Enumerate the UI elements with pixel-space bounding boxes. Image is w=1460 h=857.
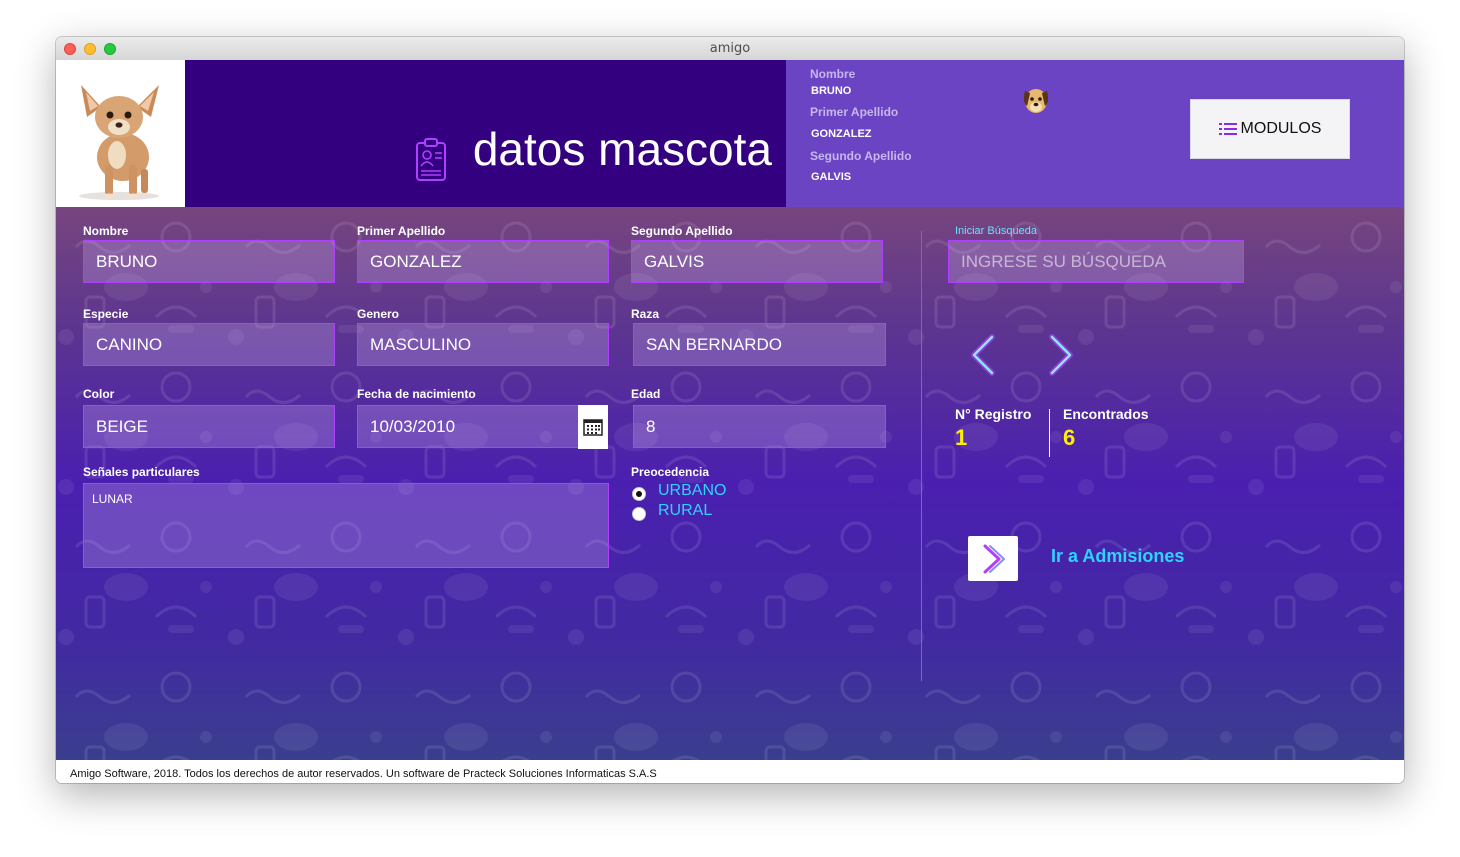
senales-label: Señales particulares: [83, 465, 200, 479]
info-primer-apellido-label: Primer Apellido: [810, 105, 899, 119]
raza-label: Raza: [631, 307, 660, 321]
app-window: amigo datos mascota Nombre BRUNO Primer …: [56, 37, 1404, 783]
double-chevron-right-icon: [983, 544, 1005, 573]
segundo-apellido-field[interactable]: GALVIS: [631, 240, 883, 283]
previous-record-button[interactable]: [968, 333, 998, 377]
dog-face-icon: [1023, 89, 1049, 113]
title-panel: datos mascota: [185, 60, 786, 207]
edad-label: Edad: [631, 387, 661, 401]
edad-field[interactable]: 8: [633, 405, 886, 448]
segundo-apellido-label: Segundo Apellido: [631, 224, 733, 238]
puppy-image: [61, 65, 180, 202]
calendar-icon: [583, 419, 603, 436]
modulos-label: MODULOS: [1240, 120, 1322, 137]
search-label: Iniciar Búsqueda: [955, 225, 1037, 237]
genero-field[interactable]: MASCULINO: [357, 323, 609, 366]
senales-textarea[interactable]: LUNAR: [83, 483, 609, 568]
info-segundo-apellido-value: GALVIS: [811, 171, 852, 183]
procedencia-rural-label[interactable]: RURAL: [658, 502, 712, 520]
pet-photo: [56, 60, 185, 207]
page-title: datos mascota: [472, 123, 772, 175]
procedencia-rural-radio[interactable]: [632, 507, 646, 521]
procedencia-urbano-label[interactable]: URBANO: [658, 482, 726, 500]
vertical-divider: [921, 231, 922, 681]
admisiones-button[interactable]: [968, 536, 1018, 581]
nombre-label: Nombre: [83, 224, 129, 238]
clipboard-icon: [416, 138, 446, 181]
stats-separator: [1049, 409, 1050, 457]
form-area: Nombre BRUNO Primer Apellido GONZALEZ Se…: [56, 207, 1404, 760]
date-picker-button[interactable]: [578, 405, 608, 449]
especie-label: Especie: [83, 307, 129, 321]
nombre-field[interactable]: BRUNO: [83, 240, 335, 283]
primer-apellido-label: Primer Apellido: [357, 224, 446, 238]
admisiones-link[interactable]: Ir a Admisiones: [1051, 546, 1184, 567]
registro-value: 1: [955, 425, 968, 450]
registro-label: N° Registro: [955, 406, 1032, 422]
modulos-button[interactable]: MODULOS: [1190, 99, 1350, 159]
pet-info-panel: Nombre BRUNO Primer Apellido GONZALEZ Se…: [786, 60, 1404, 207]
encontrados-value: 6: [1063, 425, 1076, 450]
primer-apellido-field[interactable]: GONZALEZ: [357, 240, 609, 283]
info-segundo-apellido-label: Segundo Apellido: [810, 149, 912, 163]
procedencia-label: Preocedencia: [631, 465, 710, 479]
especie-field[interactable]: CANINO: [83, 323, 335, 366]
fecha-nacimiento-label: Fecha de nacimiento: [357, 387, 476, 401]
window-title: amigo: [709, 41, 751, 56]
raza-field[interactable]: SAN BERNARDO: [633, 323, 886, 366]
next-record-button[interactable]: [1046, 333, 1076, 377]
title-bar: amigo: [56, 37, 1404, 61]
encontrados-label: Encontrados: [1063, 406, 1149, 422]
procedencia-urbano-radio[interactable]: [632, 487, 646, 501]
search-input[interactable]: INGRESE SU BÚSQUEDA: [948, 240, 1244, 283]
menu-icon: [1218, 123, 1237, 135]
color-label: Color: [83, 387, 115, 401]
genero-label: Genero: [357, 307, 400, 321]
footer-copyright: Amigo Software, 2018. Todos los derechos…: [56, 760, 1404, 783]
info-nombre-value: BRUNO: [811, 85, 852, 97]
fecha-nacimiento-field[interactable]: 10/03/2010: [357, 405, 579, 448]
info-primer-apellido-value: GONZALEZ: [811, 128, 872, 140]
color-field[interactable]: BEIGE: [83, 405, 335, 448]
info-nombre-label: Nombre: [810, 67, 856, 81]
